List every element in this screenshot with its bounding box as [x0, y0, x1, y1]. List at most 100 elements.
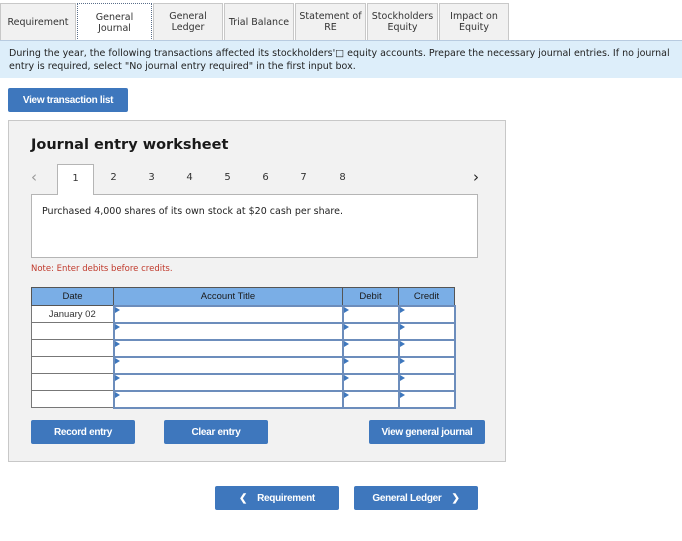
account-cell [112, 355, 344, 375]
credit-cell [397, 338, 456, 358]
table-row [31, 321, 456, 341]
tab-bar: Requirement General Journal General Ledg… [0, 3, 510, 41]
journal-entry-table: Date Account Title Debit Credit January … [31, 287, 456, 409]
view-transaction-list-button[interactable]: View transaction list [8, 88, 128, 112]
debits-before-credits-note: Note: Enter debits before credits. [31, 264, 173, 274]
tab-impact-on-equity[interactable]: Impact on Equity [439, 3, 509, 40]
account-cell [112, 304, 344, 324]
page-8[interactable]: 8 [324, 164, 361, 195]
date-cell [31, 356, 114, 374]
credit-cell [397, 355, 456, 375]
table-row [31, 389, 456, 409]
credit-cell [397, 321, 456, 341]
dropdown-flag-icon [343, 323, 349, 330]
credit-cell [397, 372, 456, 392]
debit-cell [341, 389, 400, 409]
next-general-ledger-label: General Ledger [372, 492, 442, 504]
tab-trial-balance[interactable]: Trial Balance [224, 3, 294, 40]
dropdown-flag-icon [399, 357, 405, 364]
debit-input[interactable] [343, 357, 398, 373]
account-input[interactable] [114, 340, 342, 356]
view-general-journal-button[interactable]: View general journal [369, 420, 485, 444]
tab-statement-of-re[interactable]: Statement of RE [295, 3, 366, 40]
prev-requirement-label: Requirement [257, 492, 315, 504]
date-cell [31, 339, 114, 357]
chevron-left-icon: ❮ [239, 492, 248, 504]
debit-input[interactable] [343, 340, 398, 356]
dropdown-flag-icon [343, 391, 349, 398]
account-input[interactable] [114, 391, 342, 407]
page-5[interactable]: 5 [209, 164, 246, 195]
account-cell [112, 372, 344, 392]
debit-input[interactable] [343, 391, 398, 407]
page-4[interactable]: 4 [171, 164, 208, 195]
debit-cell [341, 372, 400, 392]
credit-input[interactable] [399, 306, 454, 322]
debit-input[interactable] [343, 306, 398, 322]
table-row [31, 338, 456, 358]
table-header-row: Date Account Title Debit Credit [31, 287, 455, 306]
dropdown-flag-icon [114, 340, 120, 347]
date-cell [31, 322, 114, 340]
clear-entry-button[interactable]: Clear entry [164, 420, 268, 444]
credit-column-header: Credit [398, 287, 455, 306]
dropdown-flag-icon [399, 391, 405, 398]
dropdown-flag-icon [399, 374, 405, 381]
tab-stockholders-equity[interactable]: Stockholders Equity [367, 3, 438, 40]
dropdown-flag-icon [114, 391, 120, 398]
page-3[interactable]: 3 [133, 164, 170, 195]
dropdown-flag-icon [399, 323, 405, 330]
credit-cell [397, 389, 456, 409]
transaction-description: Purchased 4,000 shares of its own stock … [31, 194, 478, 258]
journal-entry-worksheet: Journal entry worksheet ‹ 1 2 3 4 5 6 7 … [8, 120, 506, 462]
account-cell [112, 389, 344, 409]
page-7[interactable]: 7 [285, 164, 322, 195]
tab-general-journal[interactable]: General Journal [77, 3, 152, 41]
chevron-right-icon[interactable]: › [473, 168, 479, 186]
dropdown-flag-icon [114, 374, 120, 381]
account-input[interactable] [114, 306, 342, 322]
table-row [31, 355, 456, 375]
chevron-left-icon[interactable]: ‹ [31, 168, 37, 186]
credit-input[interactable] [399, 323, 454, 339]
debit-cell [341, 321, 400, 341]
date-column-header: Date [31, 287, 114, 306]
next-general-ledger-button[interactable]: General Ledger ❯ [354, 486, 478, 510]
credit-input[interactable] [399, 374, 454, 390]
credit-input[interactable] [399, 357, 454, 373]
dropdown-flag-icon [114, 357, 120, 364]
account-input[interactable] [114, 357, 342, 373]
account-cell [112, 338, 344, 358]
dropdown-flag-icon [343, 374, 349, 381]
table-row: January 02 [31, 304, 456, 324]
dropdown-flag-icon [343, 357, 349, 364]
credit-input[interactable] [399, 391, 454, 407]
account-input[interactable] [114, 374, 342, 390]
tab-general-ledger[interactable]: General Ledger [153, 3, 223, 40]
entry-pager: ‹ 1 2 3 4 5 6 7 8 › [9, 164, 507, 195]
dropdown-flag-icon [343, 306, 349, 313]
debit-input[interactable] [343, 374, 398, 390]
dropdown-flag-icon [399, 340, 405, 347]
instruction-text: During the year, the following transacti… [0, 40, 682, 78]
debit-input[interactable] [343, 323, 398, 339]
dropdown-flag-icon [114, 306, 120, 313]
prev-requirement-button[interactable]: ❮ Requirement [215, 486, 339, 510]
page-6[interactable]: 6 [247, 164, 284, 195]
credit-input[interactable] [399, 340, 454, 356]
page-1[interactable]: 1 [57, 164, 94, 195]
chevron-right-icon: ❯ [451, 492, 460, 504]
dropdown-flag-icon [343, 340, 349, 347]
account-input[interactable] [114, 323, 342, 339]
debit-cell [341, 355, 400, 375]
debit-cell [341, 304, 400, 324]
debit-column-header: Debit [342, 287, 399, 306]
worksheet-title: Journal entry worksheet [31, 137, 229, 153]
page-2[interactable]: 2 [95, 164, 132, 195]
dropdown-flag-icon [399, 306, 405, 313]
tab-requirement[interactable]: Requirement [0, 3, 76, 40]
date-cell [31, 373, 114, 391]
debit-cell [341, 338, 400, 358]
credit-cell [397, 304, 456, 324]
record-entry-button[interactable]: Record entry [31, 420, 135, 444]
